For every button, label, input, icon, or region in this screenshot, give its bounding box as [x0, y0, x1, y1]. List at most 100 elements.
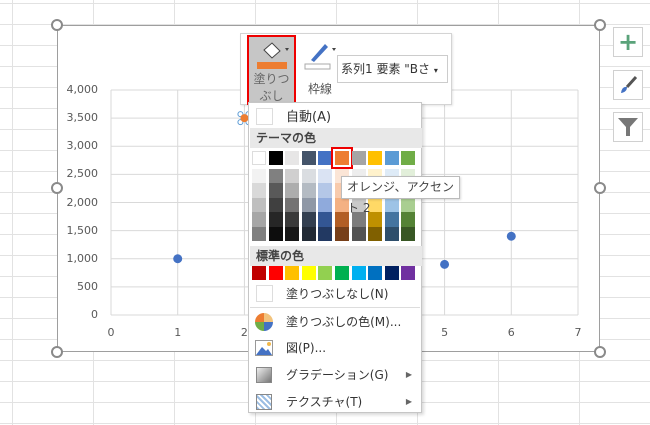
paint-bucket-icon: [256, 42, 289, 69]
theme-shade-swatch[interactable]: [318, 183, 333, 198]
theme-shade-swatch[interactable]: [285, 183, 300, 198]
filter-icon: [618, 118, 638, 136]
theme-shade-swatch[interactable]: [285, 197, 300, 213]
resize-handle[interactable]: [51, 19, 63, 31]
chevron-down-icon: ▾: [433, 66, 438, 75]
y-tick-label: 1,500: [66, 223, 99, 237]
theme-shade-swatch[interactable]: [252, 226, 266, 241]
theme-shade-swatch[interactable]: [318, 169, 333, 184]
standard-color-swatch[interactable]: [252, 266, 266, 280]
menu-item-label: テクスチャ(T): [286, 395, 363, 409]
brush-icon: [621, 75, 638, 93]
chart-filters-button[interactable]: [613, 112, 643, 142]
standard-color-swatch[interactable]: [318, 266, 333, 280]
theme-color-swatch[interactable]: [268, 151, 283, 165]
chart-element-select[interactable]: 系列1 要素 "Bさ ▾: [337, 55, 448, 83]
fill-button[interactable]: 塗りつ ぶし: [247, 35, 296, 105]
theme-shade-swatch[interactable]: [335, 226, 349, 241]
theme-shade-swatch[interactable]: [268, 212, 283, 227]
theme-color-swatch[interactable]: [401, 151, 416, 165]
standard-color-swatch[interactable]: [335, 266, 349, 280]
theme-shade-swatch[interactable]: [252, 212, 266, 227]
theme-shade-swatch[interactable]: [368, 226, 383, 241]
chart-elements-button[interactable]: +: [613, 27, 643, 57]
menu-item-picture[interactable]: 図(P)...: [250, 336, 422, 360]
standard-color-swatch[interactable]: [368, 266, 383, 280]
menu-item-more-colors[interactable]: 塗りつぶしの色(M)...: [250, 310, 422, 334]
color-wheel-icon: [255, 313, 273, 331]
theme-color-swatch[interactable]: [384, 151, 399, 165]
resize-handle[interactable]: [594, 182, 606, 194]
menu-divider: [250, 307, 420, 308]
theme-shade-swatch[interactable]: [301, 183, 316, 198]
color-tooltip: オレンジ、アクセント 2: [341, 176, 460, 215]
pen-icon: [304, 44, 336, 70]
theme-shade-swatch[interactable]: [401, 212, 416, 227]
data-point: [440, 259, 450, 269]
menu-item-texture[interactable]: テクスチャ(T) ▶: [250, 390, 422, 414]
x-tick-label: 1: [174, 326, 182, 339]
menu-item-gradient[interactable]: グラデーション(G) ▶: [250, 363, 422, 387]
format-mini-toolbar: 塗りつ ぶし 枠線 系列1 要素 "Bさ ▾: [240, 33, 452, 105]
outline-button[interactable]: 枠線: [303, 40, 337, 100]
theme-shade-swatch[interactable]: [252, 183, 266, 198]
theme-shade-swatch[interactable]: [268, 226, 283, 241]
plus-icon: +: [617, 28, 639, 56]
theme-color-swatch[interactable]: [285, 151, 300, 165]
standard-color-swatch[interactable]: [351, 266, 366, 280]
y-tick-label: 3,000: [66, 139, 99, 153]
theme-shade-swatch[interactable]: [252, 169, 266, 184]
theme-shade-swatch[interactable]: [268, 197, 283, 213]
x-tick-label: 7: [574, 326, 582, 339]
resize-handle[interactable]: [51, 346, 63, 358]
theme-color-swatch[interactable]: [331, 147, 353, 169]
resize-handle[interactable]: [594, 346, 606, 358]
menu-item-no-fill[interactable]: 塗りつぶしなし(N): [250, 283, 422, 307]
theme-color-swatch[interactable]: [368, 151, 383, 165]
theme-shade-swatch[interactable]: [401, 197, 416, 213]
theme-shade-swatch[interactable]: [252, 197, 266, 213]
menu-item-auto[interactable]: 自動(A): [250, 106, 422, 128]
theme-shade-swatch[interactable]: [318, 197, 333, 213]
theme-shade-swatch[interactable]: [318, 212, 333, 227]
theme-shade-swatch[interactable]: [268, 169, 283, 184]
submenu-arrow-icon: ▶: [405, 397, 412, 406]
theme-color-swatch[interactable]: [351, 151, 366, 165]
outline-label: 枠線: [307, 82, 332, 96]
y-tick-label: 2,000: [66, 195, 99, 209]
data-point: [506, 231, 516, 241]
theme-shade-swatch[interactable]: [268, 183, 283, 198]
auto-swatch: [256, 108, 273, 125]
theme-shade-swatch[interactable]: [401, 226, 416, 241]
y-tick-label: 500: [77, 279, 98, 293]
theme-shade-swatch[interactable]: [301, 197, 316, 213]
standard-color-swatch[interactable]: [384, 266, 399, 280]
menu-item-label: 塗りつぶしの色(M)...: [286, 315, 402, 329]
theme-color-swatch[interactable]: [301, 151, 316, 165]
x-tick-label: 5: [441, 326, 449, 339]
standard-color-swatch[interactable]: [268, 266, 283, 280]
theme-shade-swatch[interactable]: [384, 212, 399, 227]
theme-shade-swatch[interactable]: [301, 212, 316, 227]
resize-handle[interactable]: [594, 19, 606, 31]
theme-shade-swatch[interactable]: [301, 169, 316, 184]
texture-icon: [256, 394, 272, 410]
standard-color-swatch[interactable]: [285, 266, 300, 280]
standard-color-swatch[interactable]: [301, 266, 316, 280]
x-tick-label: 6: [507, 326, 515, 339]
theme-color-swatch[interactable]: [318, 151, 333, 165]
theme-shade-swatch[interactable]: [318, 226, 333, 241]
chart-styles-button[interactable]: [613, 70, 643, 100]
standard-color-swatch[interactable]: [401, 266, 416, 280]
theme-shade-swatch[interactable]: [384, 197, 399, 213]
theme-shade-swatch[interactable]: [301, 226, 316, 241]
theme-shade-swatch[interactable]: [285, 226, 300, 241]
theme-color-swatch[interactable]: [252, 151, 266, 165]
resize-handle[interactable]: [51, 182, 63, 194]
theme-shade-swatch[interactable]: [285, 212, 300, 227]
theme-shade-swatch[interactable]: [351, 226, 366, 241]
menu-item-label: グラデーション(G): [286, 368, 389, 382]
menu-item-label: 自動(A): [286, 110, 332, 125]
theme-shade-swatch[interactable]: [285, 169, 300, 184]
theme-shade-swatch[interactable]: [384, 226, 399, 241]
